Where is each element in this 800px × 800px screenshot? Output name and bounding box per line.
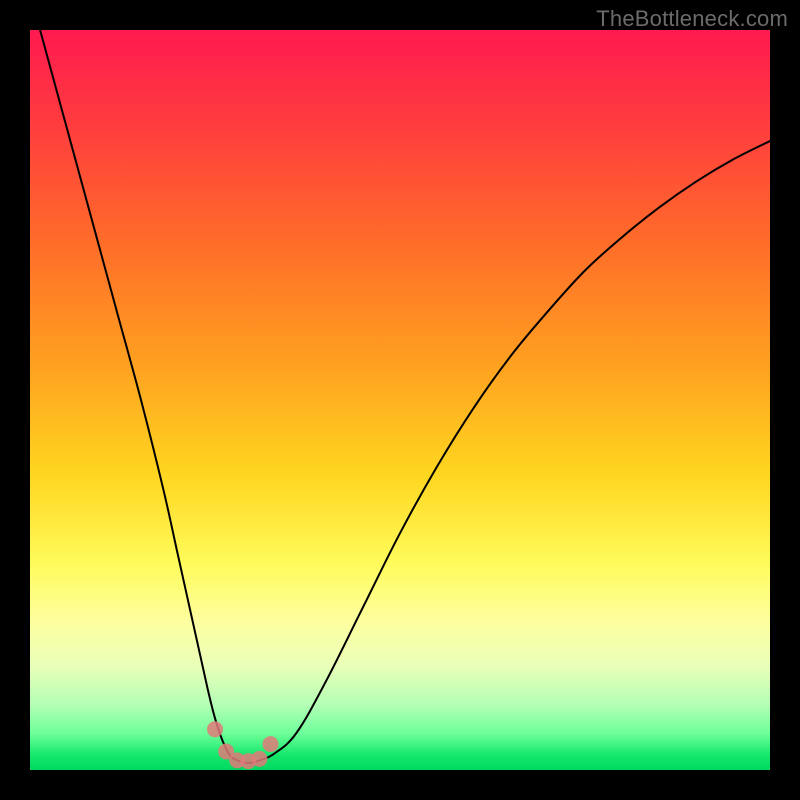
marker-dot	[263, 736, 279, 752]
plot-area	[30, 30, 770, 770]
bottleneck-curve	[30, 30, 770, 770]
curve-markers	[207, 721, 279, 769]
curve-path	[30, 30, 770, 763]
watermark-label: TheBottleneck.com	[596, 6, 788, 32]
marker-dot	[207, 721, 223, 737]
marker-dot	[251, 751, 267, 767]
